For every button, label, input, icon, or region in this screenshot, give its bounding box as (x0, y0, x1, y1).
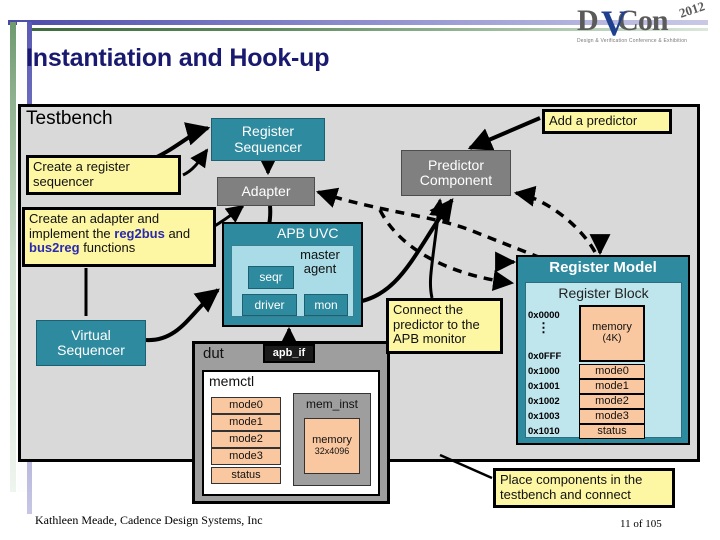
register-model-mode1[interactable]: mode1 (579, 379, 645, 394)
apb-uvc-label: APB UVC (277, 225, 339, 241)
register-block-title: Register Block (558, 285, 649, 301)
address-label-mode3: 0x1003 (528, 411, 560, 422)
callout-adapter-keyword-reg2bus: reg2bus (114, 225, 165, 241)
register-model-memory-size: (4K) (602, 333, 622, 345)
address-label-ellipsis: ⋮ (537, 320, 550, 335)
callout-adapter-keyword-bus2reg: bus2reg (29, 240, 80, 256)
dut-label: dut (203, 345, 224, 362)
apb-if-block[interactable]: apb_if (263, 344, 315, 363)
master-agent-label: master agent (300, 247, 340, 276)
adapter-block[interactable]: Adapter (217, 177, 315, 206)
dut-register-mode2[interactable]: mode2 (211, 431, 281, 448)
apb-monitor-block[interactable]: mon (304, 294, 348, 316)
callout-adapter-text-mid: and (164, 225, 191, 241)
address-label-mode0: 0x1000 (528, 366, 560, 377)
logo-subtitle: Design & Verification Conference & Exhib… (577, 38, 688, 44)
address-label-mode2: 0x1002 (528, 396, 560, 407)
page-title: Instantiation and Hook-up (26, 44, 330, 72)
left-green-strip (10, 22, 16, 492)
footer-page-number: 11 of 105 (620, 518, 662, 530)
dut-memory-size: 32x4096 (314, 446, 350, 457)
testbench-label: Testbench (26, 108, 113, 129)
dut-register-mode0[interactable]: mode0 (211, 397, 281, 414)
dut-register-mode1[interactable]: mode1 (211, 414, 281, 431)
callout-create-register-sequencer: Create a register sequencer (26, 155, 181, 195)
logo-year: 2012 (677, 0, 707, 21)
address-label-end: 0x0FFF (528, 351, 562, 362)
dut-register-mode3[interactable]: mode3 (211, 448, 281, 465)
callout-create-adapter: Create an adapter and implement the reg2… (22, 207, 216, 267)
register-model-status[interactable]: status (579, 424, 645, 439)
apb-driver-block[interactable]: driver (242, 294, 297, 316)
address-label-start: 0x0000 (528, 310, 560, 321)
mem-inst-label: mem_inst (305, 397, 358, 411)
register-model-mode0[interactable]: mode0 (579, 364, 645, 379)
memctl-label: memctl (209, 373, 255, 389)
callout-add-a-predictor: Add a predictor (542, 109, 672, 134)
register-model-title: Register Model (549, 259, 657, 276)
address-label-mode1: 0x1001 (528, 381, 560, 392)
predictor-component-block[interactable]: Predictor Component (401, 150, 511, 196)
dut-register-status[interactable]: status (211, 467, 281, 484)
callout-adapter-text-post: functions (79, 240, 136, 256)
dvcon-logo: D Con V 2012 Design & Verification Confe… (575, 0, 715, 50)
register-model-mode3[interactable]: mode3 (579, 409, 645, 424)
register-sequencer-block[interactable]: Register Sequencer (211, 118, 325, 161)
virtual-sequencer-block[interactable]: Virtual Sequencer (36, 320, 146, 366)
apb-seqr-block[interactable]: seqr (248, 266, 294, 289)
dut-memory-block[interactable]: memory 32x4096 (304, 418, 360, 474)
register-model-mode2[interactable]: mode2 (579, 394, 645, 409)
footer-author: Kathleen Meade, Cadence Design Systems, … (35, 513, 263, 527)
address-label-status: 0x1010 (528, 426, 560, 437)
register-model-memory-block[interactable]: memory (4K) (579, 305, 645, 362)
callout-place-components: Place components in the testbench and co… (493, 468, 675, 508)
callout-connect-predictor: Connect the predictor to the APB monitor (386, 298, 503, 354)
